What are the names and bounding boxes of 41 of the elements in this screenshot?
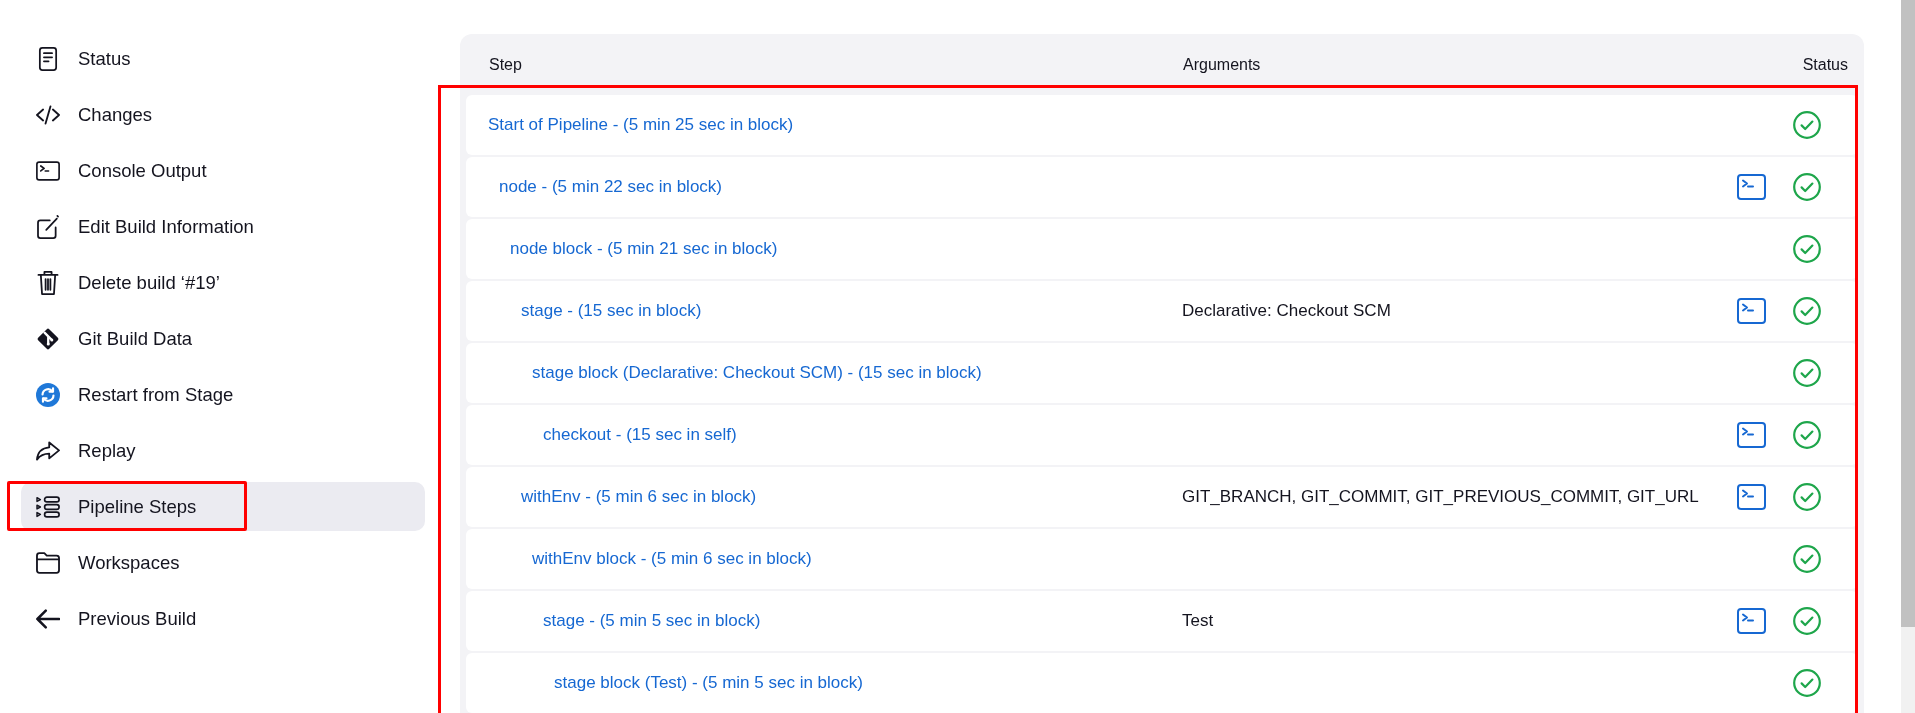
step-link[interactable]: Start of Pipeline - (5 min 25 sec in block): [488, 115, 794, 134]
step-arguments: Declarative: Checkout SCM: [1182, 301, 1391, 320]
step-link[interactable]: stage - (5 min 5 sec in block): [543, 611, 761, 630]
terminal-icon[interactable]: [1736, 484, 1766, 510]
column-header: Step: [489, 55, 523, 74]
step-link[interactable]: node - (5 min 22 sec in block): [499, 177, 722, 196]
edit-icon: [36, 214, 60, 239]
arrow-left-icon: [36, 606, 60, 631]
sidebar-item[interactable]: Console Output: [21, 146, 425, 195]
sidebar-item[interactable]: Git Build Data: [21, 314, 425, 363]
column-header: Status: [1802, 55, 1848, 74]
terminal-icon[interactable]: [1736, 174, 1766, 200]
terminal-icon[interactable]: [1736, 608, 1766, 634]
step-link[interactable]: node block - (5 min 21 sec in block): [510, 239, 778, 258]
sidebar-item[interactable]: Edit Build Information: [21, 202, 425, 251]
sidebar-item[interactable]: Previous Build: [21, 594, 425, 643]
sidebar-item[interactable]: Replay: [21, 426, 425, 475]
sidebar-item[interactable]: Pipeline Steps: [21, 482, 425, 531]
sidebar-item[interactable]: Status: [21, 34, 425, 83]
step-link[interactable]: withEnv - (5 min 6 sec in block): [521, 487, 757, 506]
step-arguments: Test: [1182, 611, 1214, 630]
sidebar-item[interactable]: Changes: [21, 90, 425, 139]
document-icon: [36, 46, 60, 71]
list-icon: [36, 494, 60, 519]
step-link[interactable]: stage block (Declarative: Checkout SCM) - (15 sec in block): [532, 363, 982, 382]
column-header: Arguments: [1183, 55, 1262, 74]
step-link[interactable]: checkout - (15 sec in self): [543, 425, 737, 444]
step-arguments: GIT_BRANCH, GIT_COMMIT, GIT_PREVIOUS_COMMIT, GIT_URL: [1182, 487, 1699, 506]
step-link[interactable]: stage block (Test) - (5 min 5 sec in block): [554, 673, 863, 692]
trash-icon: [36, 270, 60, 295]
sidebar-item[interactable]: Workspaces: [21, 538, 425, 587]
code-icon: [36, 102, 60, 127]
terminal-icon: [36, 158, 60, 183]
folder-icon: [36, 550, 60, 575]
step-link[interactable]: withEnv block - (5 min 6 sec in block): [532, 549, 812, 568]
sidebar-item[interactable]: Restart from Stage: [21, 370, 425, 419]
refresh-circle-icon: [36, 382, 60, 407]
step-link[interactable]: stage - (15 sec in block): [521, 301, 702, 320]
sidebar-item[interactable]: Delete build ‘#19’: [21, 258, 425, 307]
terminal-icon[interactable]: [1736, 422, 1766, 448]
terminal-icon[interactable]: [1736, 298, 1766, 324]
